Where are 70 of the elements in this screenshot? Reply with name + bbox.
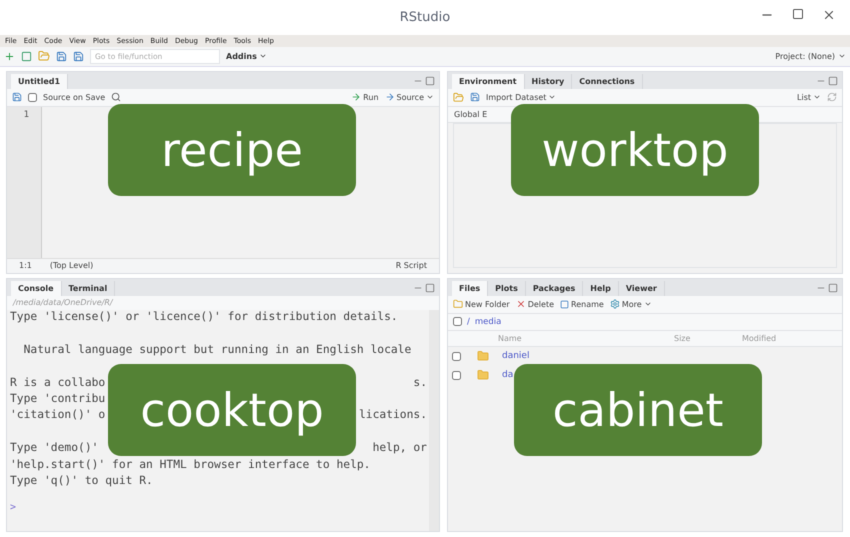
checkbox[interactable] bbox=[453, 317, 462, 326]
console-text: s. bbox=[413, 376, 427, 391]
refresh-icon[interactable] bbox=[827, 92, 837, 102]
area-label: recipe bbox=[108, 104, 356, 196]
delete-icon bbox=[516, 299, 526, 310]
maximize-icon bbox=[792, 8, 804, 20]
toolbar-button[interactable]: New Folder bbox=[453, 299, 510, 310]
console-text: 'help.start()' for an HTML browser interface to help. bbox=[10, 458, 370, 472]
save-icon[interactable] bbox=[12, 92, 22, 102]
console-text: help, or bbox=[372, 441, 427, 456]
close-button[interactable] bbox=[822, 8, 836, 22]
console-text: Type 'license()' or 'licence()' for distribution details. bbox=[10, 310, 398, 325]
project-button[interactable]: Project: (None) bbox=[775, 52, 846, 61]
maximize-icon[interactable] bbox=[425, 282, 435, 293]
area-label: cooktop bbox=[108, 364, 356, 456]
line-number: 1 bbox=[22, 110, 30, 120]
pane-tab[interactable]: Environment bbox=[452, 74, 525, 89]
add-icon[interactable] bbox=[4, 50, 15, 62]
maximize-button[interactable] bbox=[792, 8, 804, 22]
save-icon[interactable] bbox=[56, 50, 67, 62]
list-button[interactable]: List bbox=[797, 92, 821, 102]
search-icon[interactable] bbox=[111, 92, 122, 102]
console-text: Type 'q()' to quit R. bbox=[10, 474, 153, 489]
arrow-icon bbox=[384, 92, 395, 102]
console-text: 'citation()' o bbox=[10, 408, 106, 424]
run-button[interactable]: Run bbox=[351, 92, 379, 102]
breadcrumb-link[interactable]: / bbox=[467, 316, 470, 327]
checkbox[interactable] bbox=[28, 92, 37, 102]
folder-icon bbox=[477, 350, 489, 362]
maximize-icon[interactable] bbox=[828, 282, 838, 293]
cursor-position: 1:1 bbox=[19, 261, 32, 270]
scope-label[interactable]: (Top Level) bbox=[50, 261, 94, 270]
maximize-icon[interactable] bbox=[425, 76, 435, 86]
import-dataset-button[interactable]: Import Dataset bbox=[486, 92, 556, 102]
console-text: Type 'contribu bbox=[10, 392, 106, 407]
environment-scope[interactable]: Global E bbox=[454, 110, 488, 119]
checkbox[interactable] bbox=[452, 352, 461, 361]
open-folder-icon[interactable] bbox=[38, 50, 50, 62]
gear-icon bbox=[610, 299, 620, 310]
pane-tab[interactable]: Untitled1 bbox=[11, 74, 68, 89]
open-folder-icon[interactable] bbox=[453, 92, 464, 103]
close-icon bbox=[822, 8, 836, 22]
area-label: cabinet bbox=[514, 364, 762, 456]
file-type-label[interactable]: R Script bbox=[396, 261, 427, 270]
folder-icon bbox=[477, 369, 489, 382]
source-button[interactable]: Source bbox=[384, 92, 434, 102]
addins-button[interactable]: Addins bbox=[226, 52, 267, 61]
console-text: R is a collabo bbox=[10, 376, 106, 391]
console-text: Natural language support but running in an English locale bbox=[22, 342, 412, 358]
toolbar-button[interactable]: More bbox=[610, 299, 652, 310]
toolbar-button[interactable]: Delete bbox=[516, 299, 554, 310]
area-label: worktop bbox=[511, 104, 759, 196]
folder-link[interactable]: daniel bbox=[502, 351, 530, 362]
breadcrumb-link[interactable]: media bbox=[474, 316, 502, 327]
pane-tab[interactable]: Files bbox=[452, 280, 488, 296]
console-text: lications. bbox=[358, 408, 427, 424]
checkbox-label: Source on Save bbox=[43, 92, 106, 102]
save-icon[interactable] bbox=[470, 92, 480, 102]
working-directory: /media/data/OneDrive/R/ bbox=[13, 298, 113, 308]
maximize-icon[interactable] bbox=[828, 76, 838, 86]
checkbox[interactable] bbox=[452, 370, 461, 380]
folder-link[interactable]: da bbox=[502, 370, 514, 380]
toolbar-button[interactable]: Rename bbox=[560, 300, 604, 309]
folder-icon bbox=[453, 299, 463, 310]
console-text: Type 'demo()' bbox=[10, 441, 98, 456]
window-title: RStudio bbox=[400, 10, 450, 25]
save-all-icon[interactable] bbox=[73, 50, 84, 62]
arrow-icon bbox=[351, 92, 362, 102]
console-prompt: > bbox=[10, 502, 18, 514]
pane-tab[interactable]: Console bbox=[11, 280, 62, 296]
